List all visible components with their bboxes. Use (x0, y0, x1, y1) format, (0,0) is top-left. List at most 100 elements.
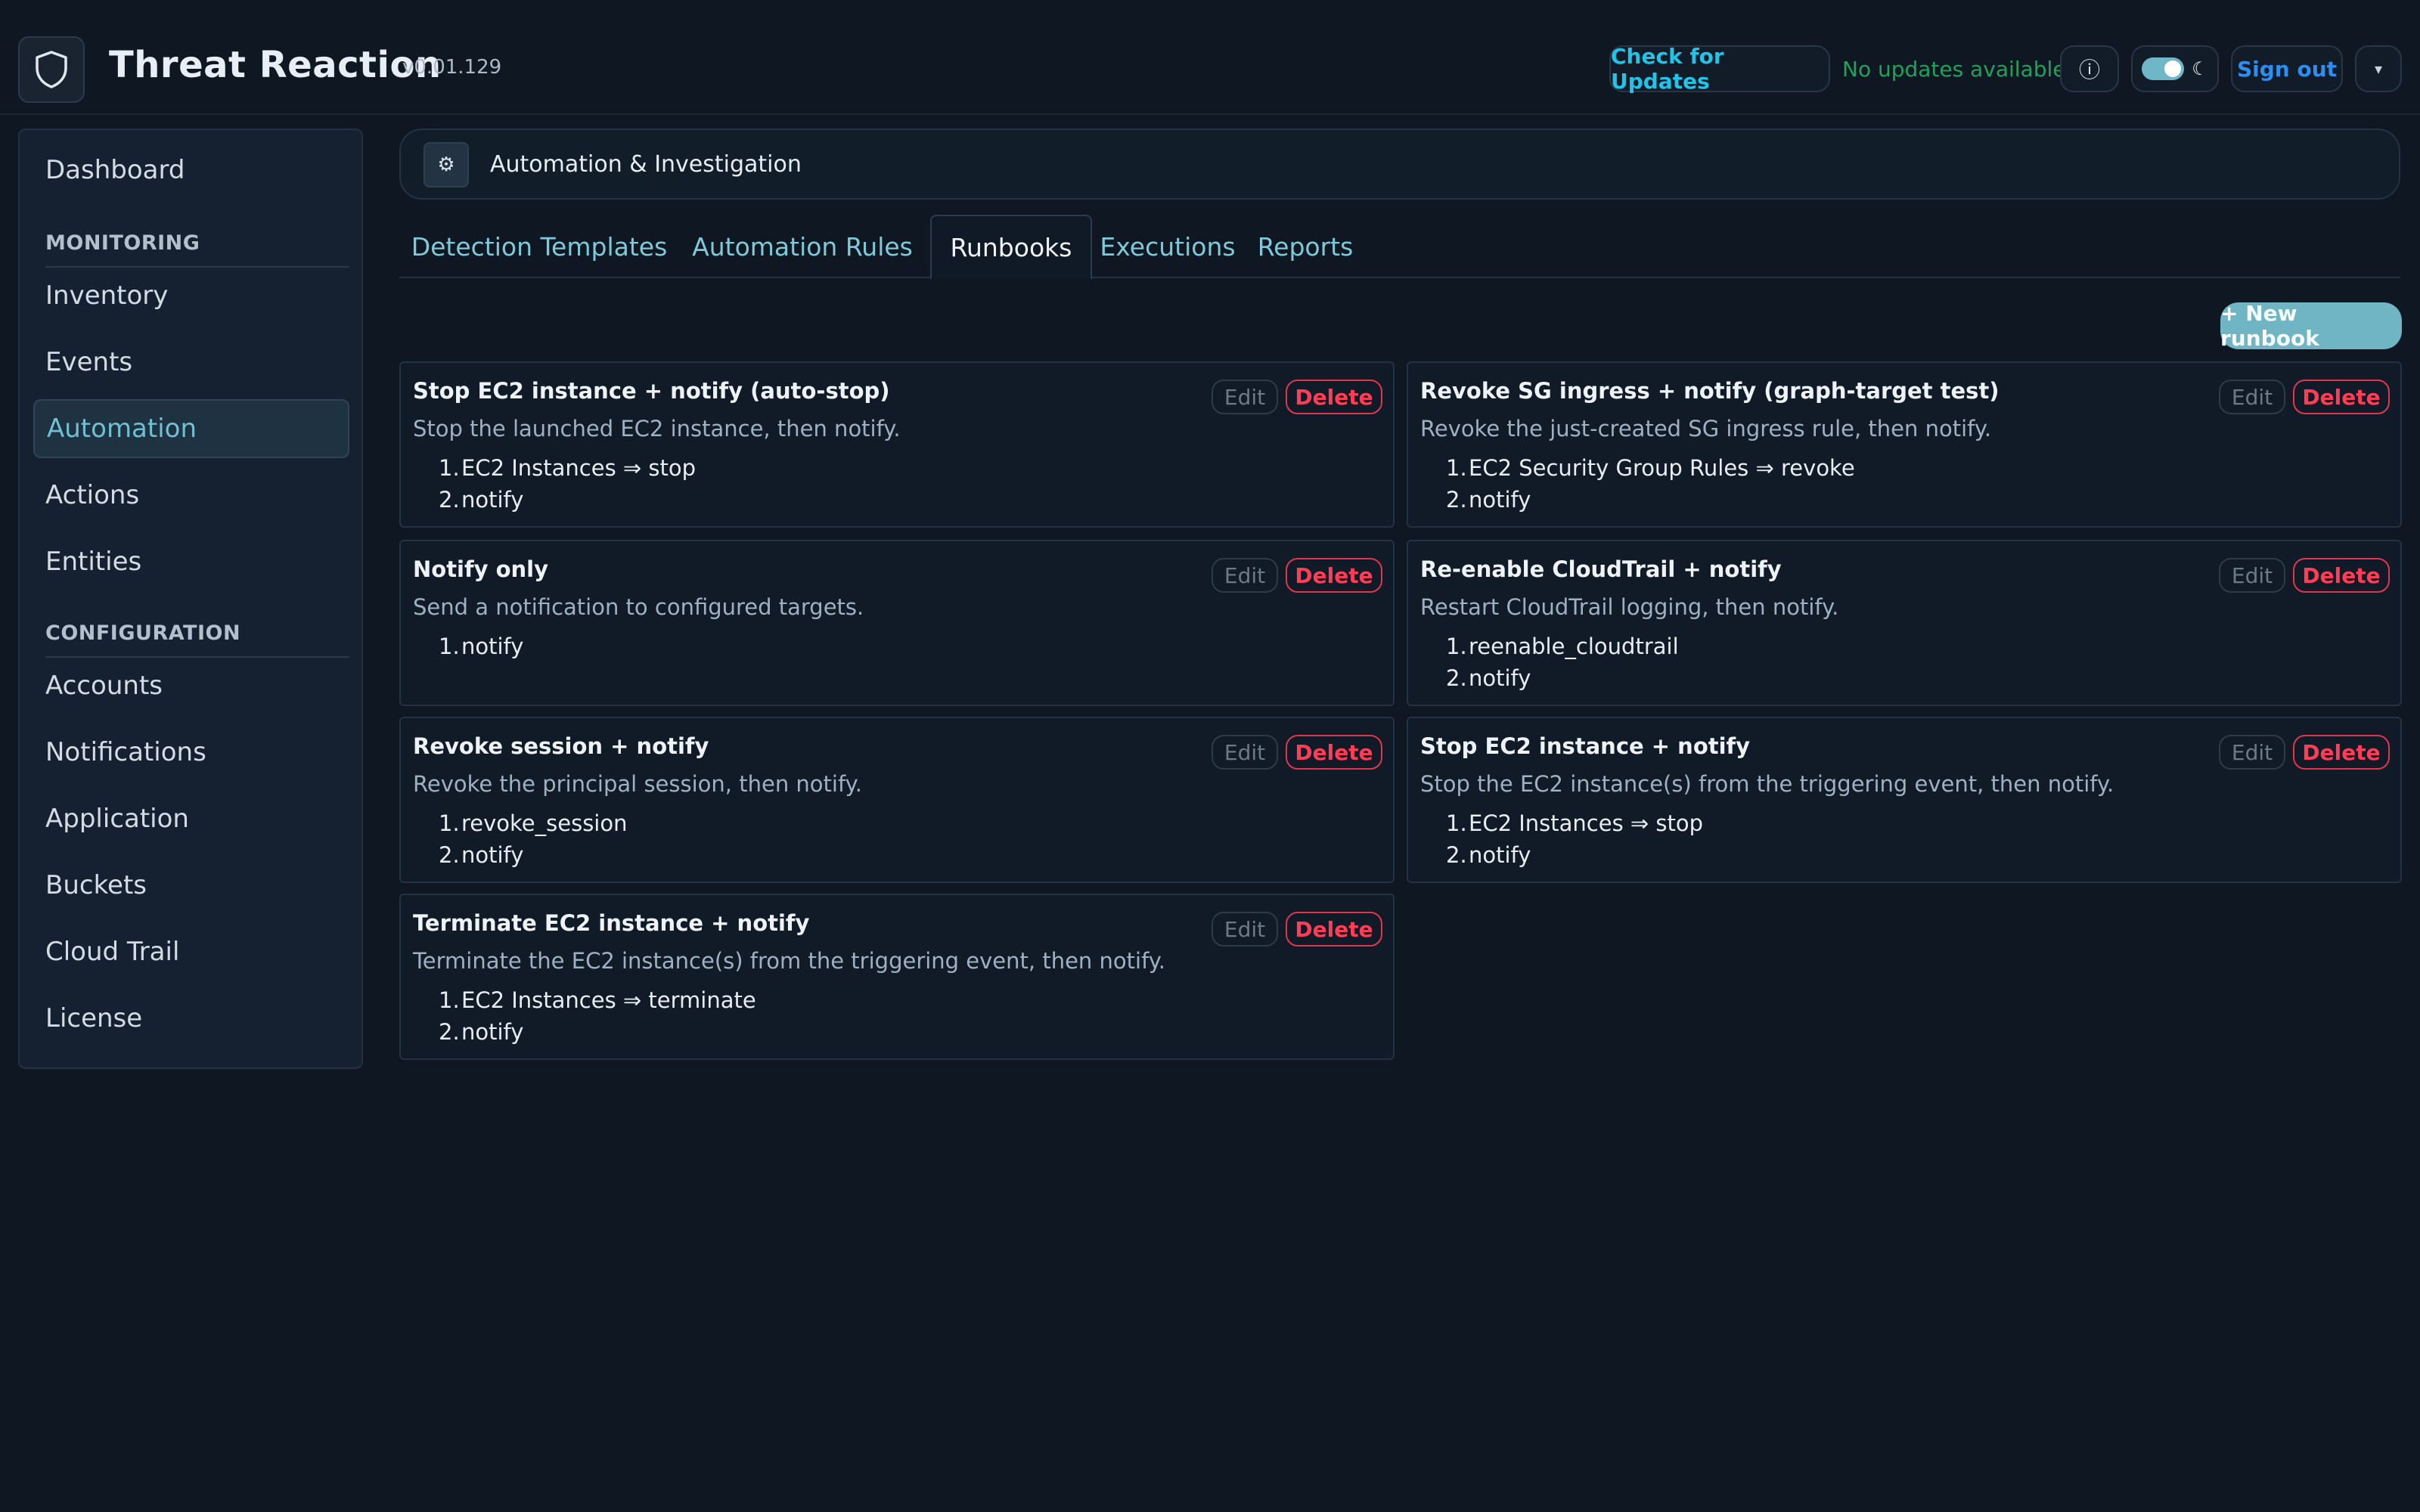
runbook-description: Stop the EC2 instance(s) from the trigge… (1420, 771, 2114, 797)
user-menu-button[interactable]: ▾ (2355, 45, 2402, 92)
step-text: EC2 Instances ⇒ stop (461, 455, 697, 481)
step-number: 2. (439, 1019, 460, 1045)
theme-toggle[interactable]: ☾ (2131, 45, 2219, 92)
runbook-steps: 1.EC2 Security Group Rules ⇒ revoke 2.no… (1446, 452, 1855, 516)
sidebar-item-accounts[interactable]: Accounts (33, 656, 349, 715)
runbook-step: 2.notify (439, 839, 627, 871)
app-header: Threat Reaction v0.01.129 Check for Upda… (0, 0, 2420, 115)
runbook-step: 1.EC2 Instances ⇒ stop (1446, 807, 1703, 839)
info-icon: ⓘ (2078, 57, 2100, 82)
gear-icon: ⚙ (424, 142, 469, 187)
step-text: notify (461, 842, 524, 868)
tab-detection-templates[interactable]: Detection Templates (399, 215, 679, 278)
runbook-title: Revoke SG ingress + notify (graph-target… (1420, 378, 2000, 404)
moon-icon: ☾ (2192, 58, 2208, 79)
tab-reports[interactable]: Reports (1243, 215, 1367, 278)
runbook-steps: 1.EC2 Instances ⇒ terminate 2.notify (439, 984, 756, 1048)
tab-runbooks[interactable]: Runbooks (930, 215, 1092, 280)
runbook-steps: 1.revoke_session 2.notify (439, 807, 627, 871)
app-version: v0.01.129 (402, 56, 502, 79)
section-title: Automation & Investigation (490, 151, 802, 178)
sidebar-item-inventory[interactable]: Inventory (33, 266, 349, 325)
runbook-step: 2.notify (1446, 839, 1703, 871)
edit-button[interactable]: Edit (1212, 912, 1278, 947)
runbook-card: Revoke SG ingress + notify (graph-target… (1407, 361, 2402, 528)
update-status-text: No updates available (1842, 57, 2066, 82)
runbook-card: Stop EC2 instance + notify Edit Delete S… (1407, 717, 2402, 883)
delete-button[interactable]: Delete (2293, 558, 2390, 593)
delete-button[interactable]: Delete (1286, 735, 1382, 770)
step-number: 2. (1446, 842, 1467, 868)
section-heading-monitoring: MONITORING (45, 231, 200, 255)
step-number: 1. (439, 634, 460, 659)
sidebar-item-dashboard[interactable]: Dashboard (33, 141, 349, 200)
step-number: 1. (1446, 455, 1467, 481)
sidebar-item-application[interactable]: Application (33, 789, 349, 848)
tab-automation-rules[interactable]: Automation Rules (679, 215, 926, 278)
step-text: notify (461, 1019, 524, 1045)
tab-executions[interactable]: Executions (1092, 215, 1243, 278)
step-number: 2. (1446, 487, 1467, 513)
step-number: 2. (439, 487, 460, 513)
step-number: 2. (1446, 665, 1467, 691)
runbook-title: Terminate EC2 instance + notify (413, 910, 810, 936)
app-title: Threat Reaction (109, 44, 442, 86)
runbook-title: Revoke session + notify (413, 733, 709, 759)
edit-button[interactable]: Edit (2219, 735, 2285, 770)
runbook-step: 2.notify (439, 1016, 756, 1048)
info-button[interactable]: ⓘ (2060, 45, 2119, 92)
runbook-step: 1.revoke_session (439, 807, 627, 839)
step-text: EC2 Security Group Rules ⇒ revoke (1469, 455, 1855, 481)
step-number: 2. (439, 842, 460, 868)
runbook-step: 2.notify (1446, 662, 1679, 694)
sidebar-item-buckets[interactable]: Buckets (33, 856, 349, 915)
runbook-title: Stop EC2 instance + notify (1420, 733, 1751, 759)
shield-logo-icon (18, 36, 85, 103)
step-text: EC2 Instances ⇒ stop (1469, 810, 1704, 836)
runbook-description: Revoke the just-created SG ingress rule,… (1420, 416, 1992, 442)
runbook-step: 2.notify (439, 484, 696, 516)
tab-bar: Detection Templates Automation Rules Run… (399, 215, 2400, 280)
sidebar-item-automation[interactable]: Automation (33, 399, 349, 458)
runbook-step: 1.EC2 Security Group Rules ⇒ revoke (1446, 452, 1855, 484)
runbook-description: Terminate the EC2 instance(s) from the t… (413, 948, 1166, 974)
delete-button[interactable]: Delete (1286, 380, 1382, 414)
runbook-step: 2.notify (1446, 484, 1855, 516)
sidebar-item-entities[interactable]: Entities (33, 532, 349, 591)
step-text: revoke_session (461, 810, 628, 836)
step-number: 1. (439, 810, 460, 836)
delete-button[interactable]: Delete (1286, 912, 1382, 947)
edit-button[interactable]: Edit (2219, 558, 2285, 593)
runbook-step: 1.EC2 Instances ⇒ stop (439, 452, 696, 484)
sidebar-item-actions[interactable]: Actions (33, 466, 349, 525)
delete-button[interactable]: Delete (2293, 735, 2390, 770)
runbook-step: 1.notify (439, 631, 523, 662)
step-text: notify (461, 487, 524, 513)
check-for-updates-button[interactable]: Check for Updates (1609, 44, 1830, 94)
sidebar-item-cloud-trail[interactable]: Cloud Trail (33, 922, 349, 981)
toggle-knob (2164, 60, 2182, 77)
chevron-down-icon: ▾ (2374, 60, 2383, 78)
runbook-steps: 1.reenable_cloudtrail 2.notify (1446, 631, 1679, 694)
sidebar-item-notifications[interactable]: Notifications (33, 723, 349, 782)
delete-button[interactable]: Delete (1286, 558, 1382, 593)
runbook-title: Notify only (413, 556, 549, 582)
edit-button[interactable]: Edit (1212, 380, 1278, 414)
runbook-card: Revoke session + notify Edit Delete Revo… (399, 717, 1395, 883)
edit-button[interactable]: Edit (2219, 380, 2285, 414)
runbook-steps: 1.EC2 Instances ⇒ stop 2.notify (1446, 807, 1703, 871)
step-text: notify (461, 634, 524, 659)
sidebar-item-license[interactable]: License (33, 989, 349, 1048)
sidebar-item-events[interactable]: Events (33, 333, 349, 392)
new-runbook-button[interactable]: + New runbook (2220, 301, 2402, 351)
runbook-steps: 1.notify (439, 631, 523, 662)
edit-button[interactable]: Edit (1212, 735, 1278, 770)
sign-out-button[interactable]: Sign out (2231, 45, 2343, 92)
toggle-switch (2142, 57, 2185, 80)
edit-button[interactable]: Edit (1212, 558, 1278, 593)
step-text: reenable_cloudtrail (1469, 634, 1679, 659)
runbook-title: Re-enable CloudTrail + notify (1420, 556, 1782, 582)
delete-button[interactable]: Delete (2293, 380, 2390, 414)
runbook-description: Stop the launched EC2 instance, then not… (413, 416, 901, 442)
runbook-step: 1.reenable_cloudtrail (1446, 631, 1679, 662)
